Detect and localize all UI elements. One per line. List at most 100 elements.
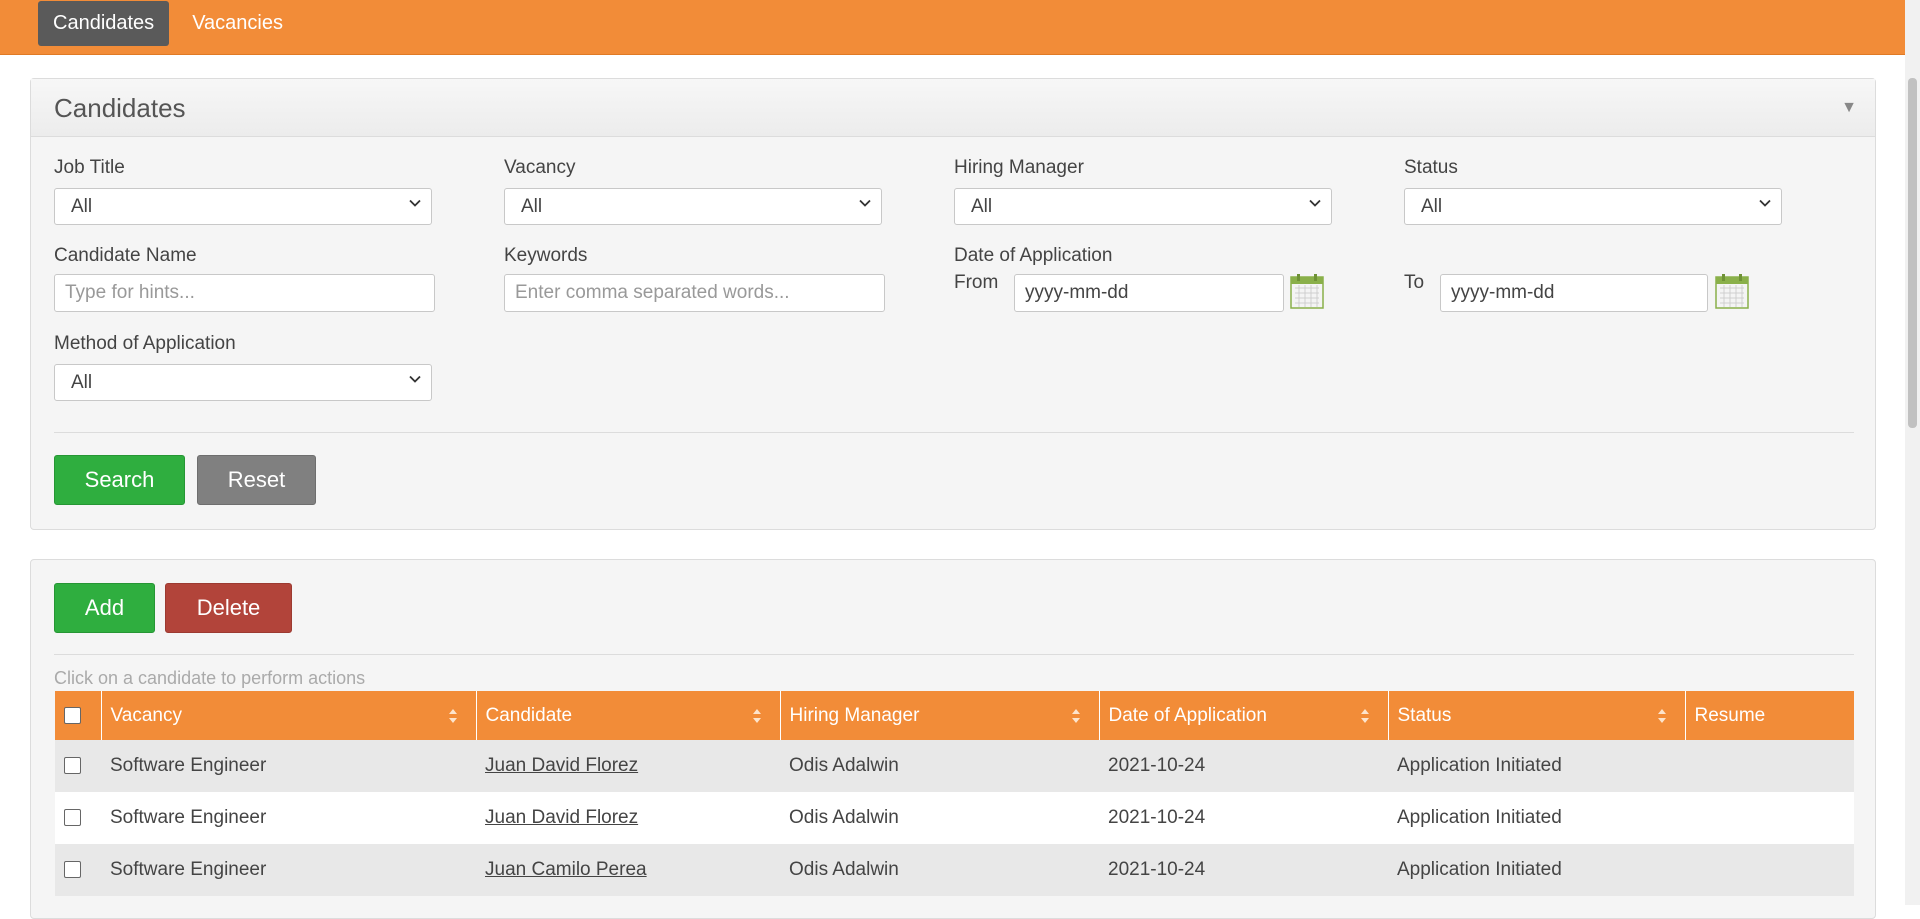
collapse-triangle-icon[interactable]: ▼: [1841, 99, 1857, 117]
candidates-table: Vacancy Candidate Hiring Manager Date of…: [55, 691, 1854, 896]
column-header-vacancy[interactable]: Vacancy: [101, 691, 477, 740]
candidate-cell: Juan Camilo Perea: [476, 844, 780, 896]
chevron-down-icon: [1309, 199, 1321, 207]
column-header-resume: Resume: [1685, 691, 1854, 740]
status-select[interactable]: All: [1404, 188, 1782, 225]
vacancy-label: Vacancy: [504, 157, 576, 178]
nav-vacancies[interactable]: Vacancies: [177, 1, 298, 46]
scrollbar-thumb[interactable]: [1908, 78, 1917, 428]
divider: [54, 432, 1854, 433]
column-header-date-of-application[interactable]: Date of Application: [1099, 691, 1389, 740]
panel-title: Candidates: [54, 93, 186, 123]
resume-cell: [1685, 740, 1854, 792]
vacancy-select[interactable]: All: [504, 188, 882, 225]
select-all-header: [55, 691, 102, 740]
sort-icon: [752, 709, 761, 723]
vacancy-cell: Software Engineer: [101, 792, 476, 844]
vacancy-value: All: [521, 195, 543, 217]
job-title-value: All: [71, 195, 93, 217]
nav-candidates[interactable]: Candidates: [38, 1, 170, 46]
hiring-manager-select[interactable]: All: [954, 188, 1332, 225]
column-header-label: Resume: [1694, 704, 1766, 726]
keywords-input[interactable]: Enter comma separated words...: [504, 274, 885, 312]
sort-icon: [448, 709, 457, 723]
resume-cell: [1685, 844, 1854, 896]
sort-icon: [1657, 709, 1666, 723]
table-header-row: Vacancy Candidate Hiring Manager Date of…: [55, 691, 1854, 740]
status-cell: Application Initiated: [1388, 844, 1685, 896]
candidate-link[interactable]: Juan Camilo Perea: [485, 859, 647, 880]
sort-icon: [1360, 709, 1369, 723]
hiring-manager-value: All: [971, 195, 993, 217]
column-header-label: Date of Application: [1108, 704, 1267, 726]
method-of-application-label: Method of Application: [54, 333, 236, 354]
column-header-candidate[interactable]: Candidate: [476, 691, 781, 740]
chevron-down-icon: [1759, 199, 1771, 207]
column-header-label: Hiring Manager: [789, 704, 920, 726]
actions-hint: Click on a candidate to perform actions: [54, 668, 366, 688]
chevron-down-icon: [859, 199, 871, 207]
column-header-label: Vacancy: [110, 704, 182, 726]
row-select-cell: [55, 844, 101, 896]
candidate-name-label: Candidate Name: [54, 245, 197, 266]
hiring-manager-label: Hiring Manager: [954, 157, 1084, 178]
top-nav-bar: Candidates Vacancies: [0, 0, 1905, 55]
column-header-label: Candidate: [485, 704, 573, 726]
search-button[interactable]: Search: [54, 455, 185, 505]
job-title-label: Job Title: [54, 157, 125, 178]
vacancy-cell: Software Engineer: [101, 844, 476, 896]
reset-button[interactable]: Reset: [197, 455, 316, 505]
date-of-application-label: Date of Application: [954, 245, 1113, 266]
status-cell: Application Initiated: [1388, 792, 1685, 844]
select-all-checkbox[interactable]: [64, 706, 81, 724]
candidate-list-panel: Add Delete Click on a candidate to perfo…: [30, 559, 1876, 919]
date-cell: 2021-10-24: [1099, 740, 1388, 792]
job-title-select[interactable]: All: [54, 188, 432, 225]
row-select-cell: [55, 792, 101, 844]
column-header-label: Status: [1397, 704, 1452, 726]
sort-icon: [1071, 709, 1080, 723]
add-button[interactable]: Add: [54, 583, 155, 633]
hiring-manager-cell: Odis Adalwin: [780, 792, 1099, 844]
date-to-input[interactable]: yyyy-mm-dd: [1440, 274, 1708, 312]
status-cell: Application Initiated: [1388, 740, 1685, 792]
vacancy-cell: Software Engineer: [101, 740, 476, 792]
table-row[interactable]: Software Engineer Juan David Florez Odis…: [55, 740, 1854, 792]
row-select-cell: [55, 740, 101, 792]
column-header-status[interactable]: Status: [1388, 691, 1686, 740]
date-cell: 2021-10-24: [1099, 844, 1388, 896]
table-row[interactable]: Software Engineer Juan Camilo Perea Odis…: [55, 844, 1854, 896]
candidate-link[interactable]: Juan David Florez: [485, 755, 638, 776]
method-of-application-value: All: [71, 371, 93, 393]
top-nav: Candidates Vacancies: [38, 1, 298, 46]
page-scrollbar[interactable]: [1905, 0, 1920, 905]
candidate-name-input[interactable]: Type for hints...: [54, 274, 435, 312]
calendar-icon[interactable]: [1290, 273, 1324, 309]
to-label: To: [1404, 272, 1425, 293]
calendar-icon[interactable]: [1715, 273, 1749, 309]
hiring-manager-cell: Odis Adalwin: [780, 740, 1099, 792]
column-header-hiring-manager[interactable]: Hiring Manager: [780, 691, 1100, 740]
status-label: Status: [1404, 157, 1458, 178]
chevron-down-icon: [409, 375, 421, 383]
from-label: From: [954, 272, 999, 293]
row-checkbox[interactable]: [64, 861, 81, 879]
table-row[interactable]: Software Engineer Juan David Florez Odis…: [55, 792, 1854, 844]
keywords-label: Keywords: [504, 245, 588, 266]
date-cell: 2021-10-24: [1099, 792, 1388, 844]
candidate-cell: Juan David Florez: [476, 740, 780, 792]
resume-cell: [1685, 792, 1854, 844]
row-checkbox[interactable]: [64, 809, 81, 827]
divider: [54, 654, 1854, 655]
hiring-manager-cell: Odis Adalwin: [780, 844, 1099, 896]
chevron-down-icon: [409, 199, 421, 207]
row-checkbox[interactable]: [64, 757, 81, 775]
candidate-cell: Juan David Florez: [476, 792, 780, 844]
method-of-application-select[interactable]: All: [54, 364, 432, 401]
delete-button[interactable]: Delete: [165, 583, 292, 633]
panel-header: Candidates ▼: [31, 79, 1875, 137]
candidate-search-panel: Candidates ▼ Job Title All Vacancy All H…: [30, 78, 1876, 530]
candidate-link[interactable]: Juan David Florez: [485, 807, 638, 828]
status-value: All: [1421, 195, 1443, 217]
date-from-input[interactable]: yyyy-mm-dd: [1014, 274, 1284, 312]
